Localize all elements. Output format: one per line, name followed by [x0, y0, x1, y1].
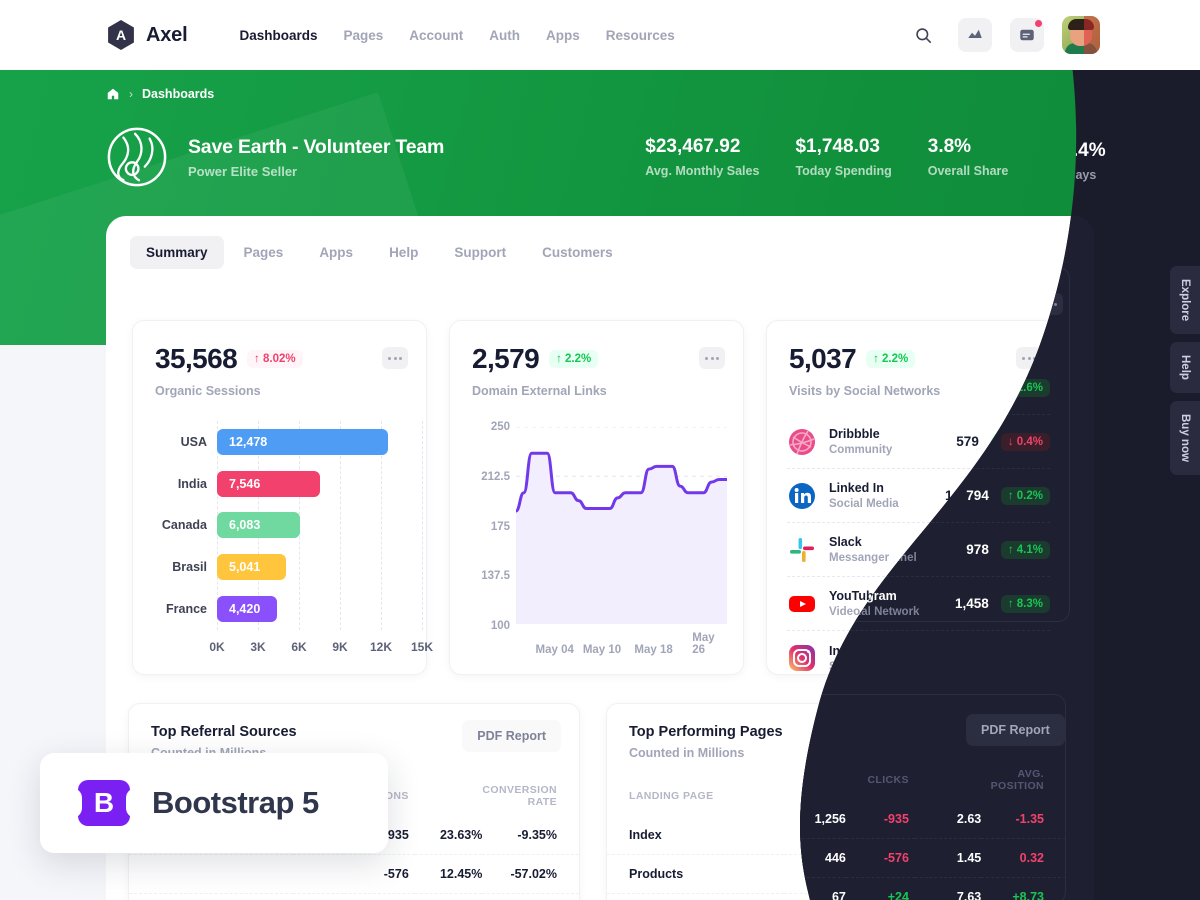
bootstrap-promo-text: Bootstrap 5 — [152, 785, 319, 820]
social-network-visits: 1,088 — [955, 434, 989, 449]
social-network-row-dark[interactable]: YouTube Video Channel 978 ↑ 4.1% — [800, 523, 1050, 577]
page-clicks: 1,256 — [814, 812, 846, 826]
table-row[interactable]: Products446-5761.450.32 — [614, 838, 1066, 878]
col-clicks: CLICKS — [867, 774, 909, 786]
pages-pdf-report-button[interactable]: PDF Report — [966, 714, 1065, 746]
page-clicks-delta: -576 — [845, 838, 915, 878]
page-clicks-delta: +24 — [845, 877, 915, 900]
nav-link-account[interactable]: Account — [409, 28, 463, 43]
social-network-change: ↑ 8.3% — [1000, 594, 1050, 613]
page-position-delta: +8.73 — [981, 877, 1066, 900]
social-network-name: Slack — [837, 481, 870, 495]
page-position: 1.45 — [914, 838, 982, 878]
social-network-change: ↓ 0.4% — [1000, 432, 1050, 451]
side-button-help[interactable]: Help — [1170, 342, 1200, 394]
notifications-icon — [1020, 29, 1034, 41]
nav-link-pages[interactable]: Pages — [343, 28, 383, 43]
primary-nav-links: Dashboards Pages Account Auth Apps Resou… — [239, 28, 674, 43]
side-button-explore[interactable]: Explore — [1170, 266, 1200, 335]
youtube-icon — [800, 535, 825, 565]
linkedin-icon — [800, 427, 825, 457]
social-network-category: Video Channel — [837, 552, 917, 564]
brand-logo[interactable]: A Axel — [106, 20, 188, 50]
instagram-icon — [800, 589, 825, 619]
visits-kpi-dark: 5,037 ↑ 2.2% Visits by Social Networks — [797, 289, 1063, 344]
page-position: 2.63 — [956, 812, 982, 826]
table-row[interactable]: devs.keenthemes.com 67+247.63+8.73 — [614, 877, 1066, 900]
landing-page: devs.keenthemes.com — [614, 878, 791, 900]
landing-page: Products — [614, 839, 791, 878]
social-network-change: ↑ 0.2% — [1000, 486, 1050, 505]
social-network-visits: 579 — [966, 380, 989, 395]
brand-mark-icon: A — [108, 20, 134, 50]
notification-badge — [1035, 20, 1042, 27]
page-position-delta: -1.35 — [1015, 812, 1045, 826]
table-row[interactable]: Index 1,256 -935 2.63 -1.35 — [636, 800, 1066, 839]
pages-table-dark: LANDING PAGE CLICKS AVG. POSITION Index 1,25… — [614, 760, 1066, 900]
app-root: › Dashboards Save Earth - Volunteer Team… — [0, 0, 1200, 900]
visits-delta-badge: ↑ 2.2% — [874, 296, 924, 314]
top-navigation-bar: A Axel Dashboards Pages Account Auth App… — [0, 0, 1200, 70]
social-network-category: Messanger — [837, 498, 898, 510]
brand-name: Axel — [146, 23, 188, 46]
social-network-row-dark[interactable]: Linked In Social Media 1,088 ↓ 0.4% — [800, 415, 1050, 469]
nav-actions — [906, 0, 1100, 70]
social-network-visits: 978 — [966, 542, 989, 557]
social-network-visits: 794 — [966, 488, 989, 503]
social-network-change: ↑ 2.6% — [1000, 378, 1050, 397]
visits-value: 5,037 — [797, 289, 865, 320]
page-position: 7.63 — [914, 877, 982, 900]
table-header-row: LANDING PAGE CLICKS AVG. POSITION — [636, 760, 1066, 800]
visits-label: Visits by Social Networks — [797, 330, 949, 344]
page-position-delta: 0.32 — [981, 838, 1066, 878]
side-button-buy-now[interactable]: Buy now — [1170, 401, 1200, 476]
pages-title: Top Performing Pages — [636, 712, 790, 728]
social-network-change: ↑ 4.1% — [1000, 540, 1050, 559]
landing-page: Index — [636, 812, 669, 826]
search-button[interactable] — [906, 18, 940, 52]
social-network-name: Dribbble — [837, 373, 888, 387]
hero-stat-label: 7 Days — [1056, 168, 1097, 182]
bootstrap-logo-icon: B — [72, 780, 136, 826]
avatar-tint — [1084, 16, 1100, 54]
social-network-name: Linked In — [837, 427, 892, 441]
nav-link-resources[interactable]: Resources — [606, 28, 675, 43]
social-network-list-dark: Dribbble Community 579 ↑ 2.6% Linked In Socia… — [800, 361, 1050, 631]
search-icon — [915, 27, 931, 43]
activity-icon — [968, 29, 982, 38]
slack-icon — [800, 481, 825, 511]
nav-link-auth[interactable]: Auth — [489, 28, 520, 43]
social-network-row-dark[interactable]: Instagram Social Network 1,458 ↑ 8.3% — [800, 577, 1050, 631]
pages-subtitle: Counted in Millions — [636, 734, 752, 748]
side-action-buttons: Explore Help Buy now — [1170, 266, 1200, 476]
activity-button[interactable] — [958, 18, 992, 52]
pages-head-dark: Top Performing Pages Counted in Millions — [636, 712, 790, 748]
dribbble-icon — [800, 373, 825, 403]
nav-link-apps[interactable]: Apps — [546, 28, 580, 43]
social-network-category: Social Network — [837, 606, 920, 618]
social-network-name: YouTube — [837, 535, 889, 549]
hero-stat-dark: -7.4% 7 Days — [1056, 140, 1106, 182]
page-clicks-delta: -935 — [883, 812, 909, 826]
social-network-visits: 1,458 — [955, 596, 989, 611]
col-landing-page: LANDING PAGE — [636, 774, 721, 786]
social-network-row-dark[interactable]: Dribbble Community 579 ↑ 2.6% — [800, 361, 1050, 415]
social-network-category: Social Media — [837, 444, 907, 456]
hero-stat-value: -7.4% — [1056, 140, 1106, 161]
card-menu-icon[interactable] — [1037, 293, 1063, 315]
page-clicks: 67 — [800, 877, 846, 900]
notifications-button[interactable] — [1010, 18, 1044, 52]
social-network-row-dark[interactable]: Slack Messanger 794 ↑ 0.2% — [800, 469, 1050, 523]
bootstrap-promo-card[interactable]: B Bootstrap 5 — [40, 753, 388, 853]
nav-link-dashboards[interactable]: Dashboards — [239, 28, 317, 43]
social-network-name: Instagram — [837, 589, 897, 603]
social-network-category: Community — [837, 390, 901, 402]
col-avg-position: AVG. POSITION — [990, 768, 1044, 792]
page-clicks: 446 — [800, 838, 846, 878]
avatar[interactable] — [1062, 16, 1100, 54]
